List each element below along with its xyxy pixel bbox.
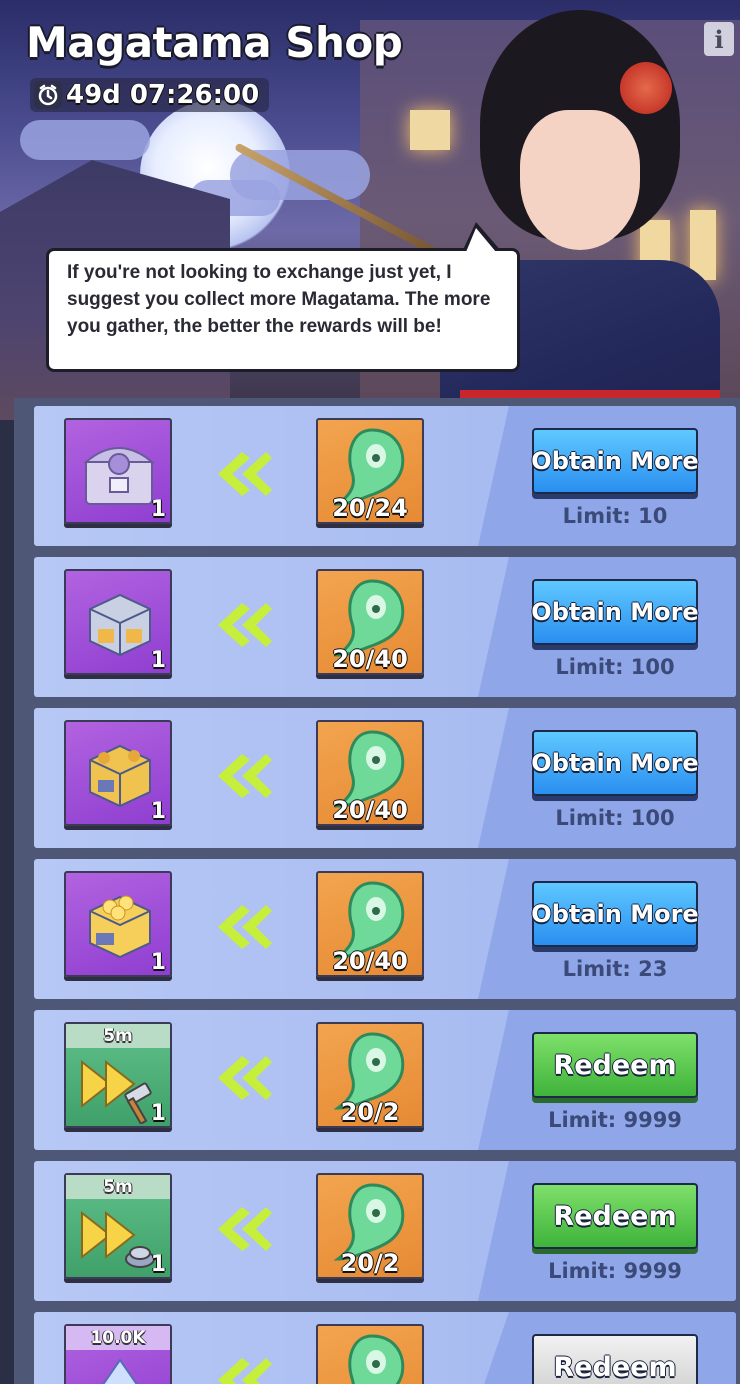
purchase-limit: Limit: 23 [562,957,668,981]
obtain-more-button[interactable]: Obtain More [531,428,699,494]
magatama-owned-required: 20/40 [332,796,408,824]
exchange-arrow-icon [212,1054,272,1102]
reward-quantity: 1 [150,497,166,522]
purchase-limit: Limit: 100 [555,655,675,679]
crystal-icon [80,1356,158,1384]
obtain-more-button[interactable]: Obtain More [531,881,699,947]
exchange-arrow-icon [212,601,272,649]
speedup-hammer-icon [80,1054,158,1126]
page-title: Magatama Shop [26,18,403,67]
reward-item-tile[interactable]: 1 [64,569,172,675]
reward-item-tile[interactable]: 1 [64,720,172,826]
info-icon: i [714,24,724,54]
obtain-more-button[interactable]: Obtain More [531,579,699,645]
shop-row: 1 20/40 Obtain More Limit: 100 [34,708,736,848]
magatama-owned-required: 20/2 [340,1098,400,1126]
magatama-cost-tile[interactable] [316,1324,424,1384]
shop-row: 1 20/40 Obtain More Limit: 100 [34,557,736,697]
speedup-research-icon [80,1205,158,1275]
purchase-limit: Limit: 9999 [548,1259,682,1283]
exchange-arrow-icon [212,1356,272,1384]
shop-list[interactable]: 1 20/24 Obtain More Limit: 10 1 20/40 Obtain M… [14,398,740,1384]
obtain-more-button[interactable]: Obtain More [531,730,699,796]
redeem-button[interactable]: Redeem [532,1032,698,1098]
cloud [20,120,150,160]
magatama-cost-tile[interactable]: 20/2 [316,1022,424,1128]
redeem-button[interactable]: Redeem [532,1334,698,1384]
magatama-owned-required: 20/24 [332,494,408,522]
reward-quantity: 1 [150,950,166,975]
shop-row: 5m 1 20/2 Redeem Limit: 9999 [34,1010,736,1150]
event-timer: 49d 07:26:00 [30,78,270,112]
redeem-button[interactable]: Redeem [532,1183,698,1249]
timer-value: 49d 07:26:00 [66,80,260,110]
crate-silver-icon [80,589,158,659]
magatama-cost-tile[interactable]: 20/40 [316,871,424,977]
shop-row: 10.0K Redeem [34,1312,736,1384]
purchase-limit: Limit: 100 [555,806,675,830]
magatama-owned-required: 20/40 [332,947,408,975]
chest-lilac-icon [80,438,158,508]
speech-text: If you're not looking to exchange just y… [67,262,491,337]
reward-quantity: 1 [150,1252,166,1277]
magatama-cost-tile[interactable]: 20/2 [316,1173,424,1279]
reward-item-tile[interactable]: 1 [64,418,172,524]
reward-item-tile[interactable]: 1 [64,871,172,977]
reward-tag: 5m [66,1175,170,1199]
exchange-arrow-icon [212,450,272,498]
crate-gold-coins-icon [80,891,158,961]
magatama-owned-required: 20/40 [332,645,408,673]
exchange-arrow-icon [212,1205,272,1253]
magatama-cost-tile[interactable]: 20/24 [316,418,424,524]
purchase-limit: Limit: 9999 [548,1108,682,1132]
reward-quantity: 1 [150,648,166,673]
reward-quantity: 1 [150,799,166,824]
shop-row: 1 20/40 Obtain More Limit: 23 [34,859,736,999]
crate-gold-icon [80,740,158,810]
reward-tag: 5m [66,1024,170,1048]
reward-item-tile[interactable]: 5m 1 [64,1173,172,1279]
magatama-cost-tile[interactable]: 20/40 [316,569,424,675]
speech-bubble-tail-inner [466,228,496,252]
info-button[interactable]: i [704,22,734,56]
reward-quantity: 1 [150,1101,166,1126]
reward-item-tile[interactable]: 5m 1 [64,1022,172,1128]
purchase-limit: Limit: 10 [562,504,668,528]
character-face [520,110,640,250]
shop-row: 5m 1 20/2 Redeem Limit: 9999 [34,1161,736,1301]
clock-icon [34,81,62,109]
exchange-arrow-icon [212,752,272,800]
exchange-arrow-icon [212,903,272,951]
reward-item-tile[interactable]: 10.0K [64,1324,172,1384]
shop-row: 1 20/24 Obtain More Limit: 10 [34,406,736,546]
magatama-cost-tile[interactable]: 20/40 [316,720,424,826]
reward-tag: 10.0K [66,1326,170,1350]
hair-flower [620,62,672,114]
magatama-owned-required: 20/2 [340,1249,400,1277]
speech-bubble: If you're not looking to exchange just y… [46,248,520,372]
